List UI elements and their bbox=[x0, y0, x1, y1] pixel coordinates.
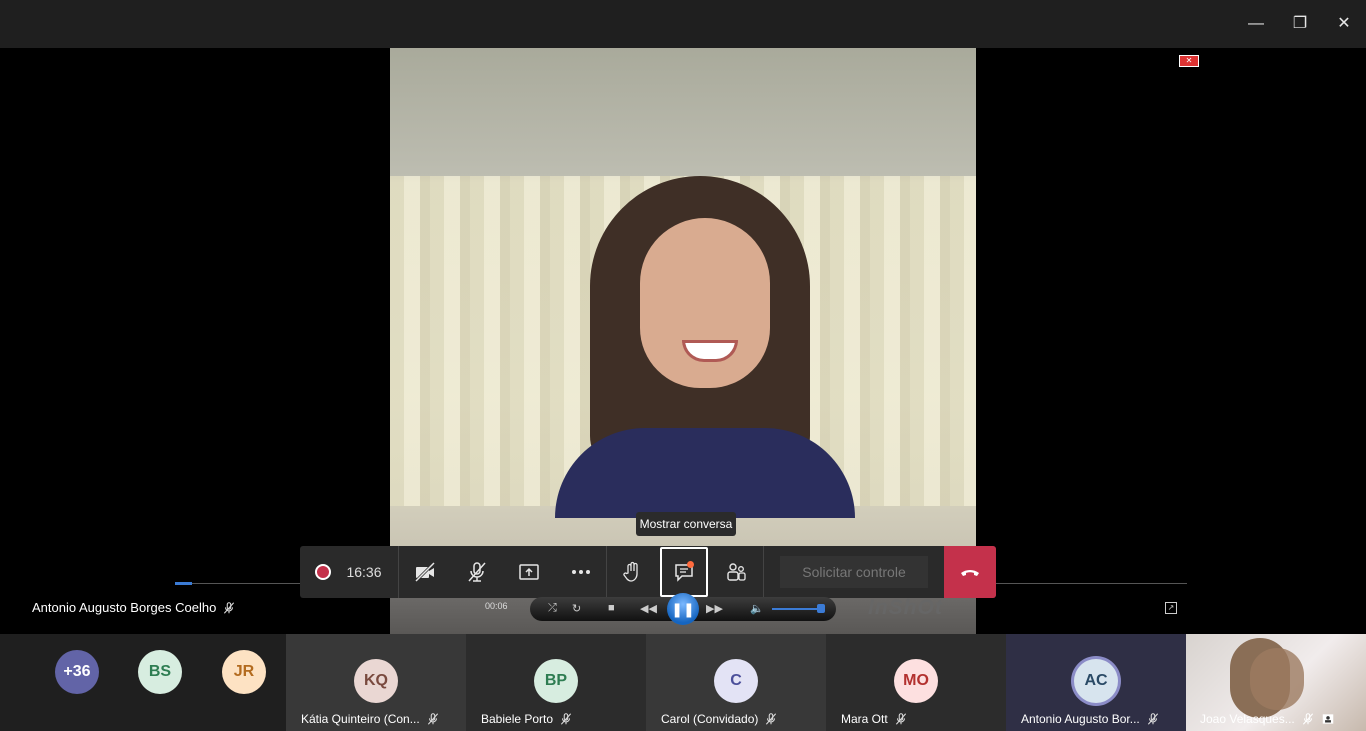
mic-off-button[interactable] bbox=[453, 546, 501, 598]
pin-person-icon[interactable] bbox=[1321, 712, 1335, 726]
avatar: BP bbox=[534, 659, 578, 703]
video-person-body bbox=[555, 428, 855, 518]
avatar: KQ bbox=[354, 659, 398, 703]
rewind-icon[interactable]: ◀◀ bbox=[640, 602, 657, 615]
raise-hand-button[interactable] bbox=[608, 546, 656, 598]
mic-off-icon bbox=[895, 713, 906, 725]
pause-icon: ❚❚ bbox=[671, 600, 695, 617]
participant-name: Kátia Quinteiro (Con... bbox=[301, 712, 440, 726]
share-screen-button[interactable] bbox=[505, 546, 553, 598]
tooltip: Mostrar conversa bbox=[636, 512, 736, 536]
request-control-button[interactable]: Solicitar controle bbox=[780, 556, 928, 588]
repeat-icon[interactable]: ↻ bbox=[572, 602, 581, 615]
avatar[interactable]: JR bbox=[222, 650, 266, 694]
mic-off-icon bbox=[224, 601, 235, 614]
participant-name: Antonio Augusto Bor... bbox=[1021, 712, 1160, 726]
divider bbox=[763, 546, 764, 598]
seek-track[interactable] bbox=[175, 583, 300, 584]
more-options-button[interactable] bbox=[557, 546, 605, 598]
minimize-button[interactable]: — bbox=[1244, 12, 1268, 36]
avatar: AC bbox=[1074, 659, 1118, 703]
show-chat-button[interactable] bbox=[660, 547, 708, 597]
chat-notification-badge bbox=[687, 561, 694, 568]
people-icon bbox=[727, 563, 746, 581]
participant-tile-speaking[interactable]: AC Antonio Augusto Bor... bbox=[1006, 634, 1186, 731]
participant-name: Carol (Convidado) bbox=[661, 712, 778, 726]
hand-icon bbox=[623, 561, 638, 582]
maximize-button[interactable]: ❐ bbox=[1288, 12, 1312, 36]
participant-video-tile[interactable]: Joao Velasques... bbox=[1186, 634, 1366, 731]
call-timer: 16:36 bbox=[346, 564, 382, 580]
mic-off-icon bbox=[560, 713, 572, 725]
participant-name: Joao Velasques... bbox=[1200, 712, 1335, 726]
close-button[interactable]: ✕ bbox=[1332, 12, 1356, 36]
media-time: 00:06 bbox=[485, 601, 508, 611]
participant-tile[interactable]: BP Babiele Porto bbox=[466, 634, 646, 731]
stop-icon[interactable]: ■ bbox=[608, 602, 615, 614]
speaker-name: Antonio Augusto Borges Coelho bbox=[32, 600, 217, 615]
show-participants-button[interactable] bbox=[712, 546, 760, 598]
participant-name: Mara Ott bbox=[841, 712, 908, 726]
hang-up-button[interactable] bbox=[944, 546, 996, 598]
mic-off-icon bbox=[468, 562, 486, 582]
close-overlay-icon[interactable]: ✕ bbox=[1179, 55, 1199, 67]
seek-progress bbox=[175, 582, 192, 585]
call-controls: 16:36 Solicitar controle bbox=[300, 546, 996, 598]
speaker-label: Antonio Augusto Borges Coelho bbox=[32, 600, 236, 615]
share-screen-icon bbox=[519, 564, 539, 580]
participant-tile[interactable]: KQ Kátia Quinteiro (Con... bbox=[286, 634, 466, 731]
avatar: C bbox=[714, 659, 758, 703]
mic-off-icon bbox=[1147, 713, 1158, 725]
volume-knob[interactable] bbox=[817, 604, 825, 613]
avatar[interactable]: BS bbox=[138, 650, 182, 694]
participant-strip: +36 BS JR KQ Kátia Quinteiro (Con... BP … bbox=[0, 634, 1366, 731]
mic-off-icon bbox=[427, 713, 438, 725]
avatar: MO bbox=[894, 659, 938, 703]
more-icon bbox=[572, 570, 590, 574]
phone-hangup-icon bbox=[961, 570, 979, 576]
title-bar: — ❐ ✕ bbox=[0, 0, 1366, 48]
more-participants-avatar[interactable]: +36 bbox=[55, 650, 99, 694]
camera-off-button[interactable] bbox=[401, 546, 449, 598]
video-person-face bbox=[640, 218, 770, 388]
camera-off-icon bbox=[414, 561, 436, 583]
participant-tile[interactable]: MO Mara Ott bbox=[826, 634, 1006, 731]
seek-track[interactable] bbox=[996, 583, 1187, 584]
volume-slider[interactable] bbox=[772, 608, 822, 610]
mic-off-icon bbox=[1302, 713, 1313, 725]
participant-photo-face bbox=[1250, 648, 1304, 710]
mic-off-icon bbox=[766, 713, 777, 725]
recording-icon bbox=[312, 546, 334, 598]
participant-tile[interactable]: C Carol (Convidado) bbox=[646, 634, 826, 731]
divider bbox=[398, 546, 399, 598]
shuffle-icon[interactable]: ⤮ bbox=[548, 602, 557, 615]
fast-forward-icon[interactable]: ▶▶ bbox=[706, 602, 723, 615]
divider bbox=[606, 546, 607, 598]
pause-button[interactable]: ❚❚ bbox=[667, 593, 699, 625]
watermark: InShOt bbox=[868, 596, 943, 619]
volume-icon[interactable]: 🔈 bbox=[750, 602, 764, 615]
participant-name: Babiele Porto bbox=[481, 712, 573, 726]
pop-out-icon[interactable]: ↗ bbox=[1165, 602, 1177, 614]
